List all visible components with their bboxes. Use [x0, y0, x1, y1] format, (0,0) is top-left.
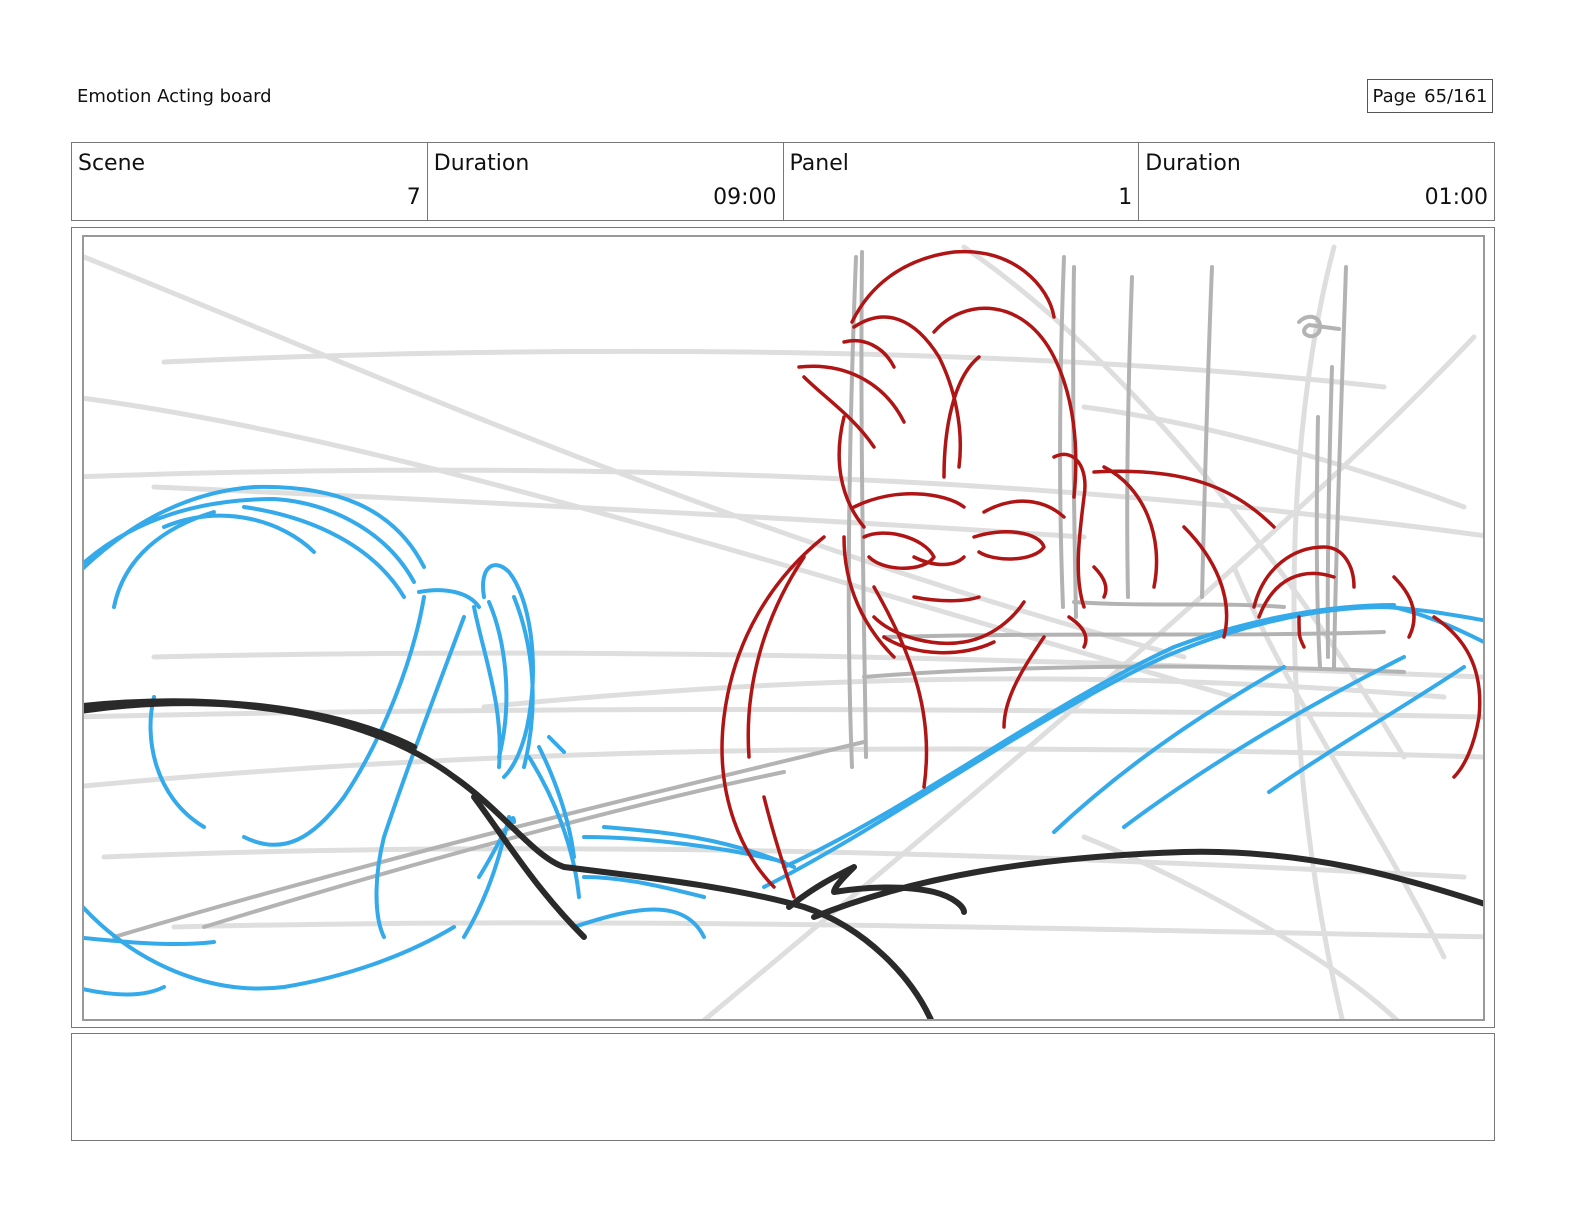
character-b-sketch [720, 249, 1482, 899]
shot-info-row: Scene 7 Duration 09:00 Panel 1 Duration … [71, 142, 1495, 221]
panel-duration-label: Duration [1145, 151, 1241, 176]
panel-duration-value: 01:00 [1424, 185, 1488, 210]
scene-duration-value: 09:00 [713, 185, 777, 210]
storyboard-panel [82, 235, 1485, 1021]
panel-notes [71, 1033, 1495, 1141]
panel-duration-cell: Duration 01:00 [1139, 143, 1494, 220]
scene-label: Scene [78, 151, 146, 176]
panel-label: Panel [789, 151, 849, 176]
scene-value: 7 [406, 185, 421, 210]
page-number: 65/161 [1424, 85, 1488, 107]
page-label: Page [1372, 85, 1417, 107]
panel-cell: Panel 1 [784, 143, 1140, 220]
scene-duration-cell: Duration 09:00 [428, 143, 784, 220]
page-indicator: Page 65/161 [1367, 79, 1493, 113]
panel-value: 1 [1118, 185, 1133, 210]
scene-duration-label: Duration [433, 151, 530, 176]
board-title: Emotion Acting board [77, 86, 272, 107]
storyboard-sketch [84, 244, 1483, 1019]
scene-cell: Scene 7 [72, 143, 428, 220]
